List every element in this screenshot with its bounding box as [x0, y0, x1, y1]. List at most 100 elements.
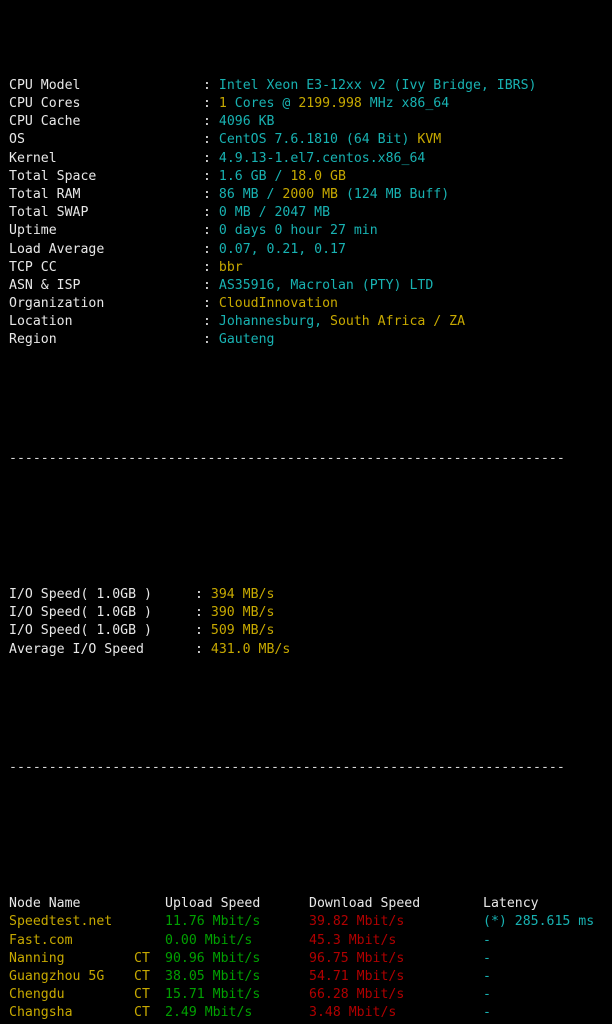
sysinfo-value-part: 4.9.13-1.el7.centos.x86_64 [218, 150, 426, 166]
cell-latency: - [483, 1005, 491, 1021]
sysinfo-colon: : [203, 114, 219, 130]
separator-line-2: ----------------------------------------… [9, 759, 565, 775]
table-row: Speedtest.net 11.76 Mbit/s 39.82 Mbit/s (*)… [0, 913, 612, 931]
cell-latency: - [483, 950, 491, 966]
io-speed-colon: : [195, 641, 211, 657]
cell-node-name: Chengdu [9, 987, 65, 1003]
sysinfo-row: Location: Johannesburg, South Africa / Z… [0, 313, 612, 331]
cell-download-speed: 39.82 Mbit/s [309, 914, 405, 930]
cell-node-name: Guangzhou 5G [9, 968, 105, 984]
cell-latency: - [483, 987, 491, 1003]
io-speed-label: I/O Speed( 1.0GB ) [9, 605, 152, 621]
table-row: Nanning CT 90.96 Mbit/s 96.75 Mbit/s - [0, 950, 612, 968]
sysinfo-colon: : [203, 296, 219, 312]
sysinfo-value-part: 2000 MB [282, 186, 338, 202]
sysinfo-row: Kernel: 4.9.13-1.el7.centos.x86_64 [0, 150, 612, 168]
sysinfo-label: Total Space [9, 168, 97, 184]
cell-isp: CT [134, 987, 150, 1003]
sysinfo-value-part: 1 [218, 96, 227, 111]
cell-download-speed: 54.71 Mbit/s [309, 968, 405, 984]
cell-latency: - [483, 968, 491, 984]
table-row: Chengdu CT 15.71 Mbit/s 66.28 Mbit/s - [0, 986, 612, 1004]
sysinfo-colon: : [203, 205, 219, 221]
cell-node-name: Nanning [9, 950, 65, 966]
io-speed-row: Average I/O Speed: 431.0 MB/s [0, 641, 612, 659]
sysinfo-value-part: 1.6 GB [218, 168, 275, 184]
io-speed-value: 509 MB/s [210, 623, 275, 639]
io-speed-row: I/O Speed( 1.0GB ): 394 MB/s [0, 586, 612, 604]
cell-upload-speed: 2.49 Mbit/s [165, 1005, 253, 1021]
sysinfo-label: Kernel [9, 150, 57, 166]
sysinfo-row: CPU Cores: 1 Cores @ 2199.998 MHz x86_64 [0, 95, 612, 113]
cell-upload-speed: 11.76 Mbit/s [165, 914, 261, 930]
sysinfo-value-part: 0 days 0 hour 27 min [218, 223, 378, 239]
sysinfo-row: CPU Cache: 4096 KB [0, 113, 612, 131]
cell-upload-speed: 15.71 Mbit/s [165, 987, 261, 1003]
cell-upload-speed: 38.05 Mbit/s [165, 968, 261, 984]
sysinfo-value-part: Intel Xeon E3-12xx v2 (Ivy Bridge, IBRS) [218, 77, 537, 93]
sysinfo-value-part: / [258, 205, 275, 221]
cell-latency: (*) 285.615 ms [483, 914, 595, 930]
sysinfo-row: Total RAM: 86 MB / 2000 MB (124 MB Buff) [0, 186, 612, 204]
sysinfo-value-part: (124 MB Buff) [338, 186, 450, 202]
sysinfo-value-part: / [266, 186, 283, 202]
io-speed-label: I/O Speed( 1.0GB ) [9, 587, 152, 603]
sysinfo-value-part: Cores @ [226, 96, 299, 111]
table-row: Fast.com 0.00 Mbit/s 45.3 Mbit/s - [0, 932, 612, 950]
sysinfo-label: Total SWAP [9, 205, 89, 221]
sysinfo-value-part: 4096 KB [218, 114, 275, 130]
cell-upload-speed: 90.96 Mbit/s [165, 950, 261, 966]
sysinfo-value-part: / [274, 168, 291, 184]
sysinfo-colon: : [203, 96, 219, 111]
sysinfo-label: Uptime [9, 223, 57, 239]
header-node-name: Node Name [9, 896, 81, 912]
sysinfo-colon: : [203, 186, 219, 202]
cell-isp: CT [134, 1005, 150, 1021]
sysinfo-label: OS [9, 132, 25, 148]
io-speed-colon: : [195, 623, 211, 639]
sysinfo-label: ASN & ISP [9, 277, 81, 293]
header-latency: Latency [483, 896, 539, 912]
sysinfo-row: Region: Gauteng [0, 331, 612, 349]
sysinfo-label: CPU Cache [9, 114, 81, 130]
io-speed-label: Average I/O Speed [9, 641, 144, 657]
cell-download-speed: 66.28 Mbit/s [309, 987, 405, 1003]
sysinfo-label: CPU Model [9, 77, 81, 93]
sysinfo-label: CPU Cores [9, 96, 81, 111]
terminal-output: CPU Model: Intel Xeon E3-12xx v2 (Ivy Br… [0, 0, 612, 1024]
cell-latency: - [483, 932, 491, 948]
sysinfo-colon: : [203, 277, 219, 293]
sysinfo-colon: : [203, 168, 219, 184]
node-table-header-row: Node Name Upload Speed Download Speed Laten… [0, 895, 612, 913]
sysinfo-value-part: Gauteng [218, 332, 275, 348]
io-speed-label: I/O Speed( 1.0GB ) [9, 623, 152, 639]
sysinfo-label: Organization [9, 296, 105, 312]
separator-line-1: ----------------------------------------… [9, 450, 565, 466]
sysinfo-colon: : [203, 314, 219, 330]
sysinfo-value-part: CloudInnovation [218, 296, 338, 312]
sysinfo-label: Region [9, 332, 57, 348]
sysinfo-row: Total Space: 1.6 GB / 18.0 GB [0, 168, 612, 186]
sysinfo-value-part: 2047 MB [274, 205, 331, 221]
sysinfo-row: ASN & ISP: AS35916, Macrolan (PTY) LTD [0, 277, 612, 295]
header-upload-speed: Upload Speed [165, 896, 261, 912]
cell-isp: CT [134, 968, 150, 984]
io-speed-value: 431.0 MB/s [210, 641, 291, 657]
sysinfo-colon: : [203, 132, 219, 148]
io-speed-row: I/O Speed( 1.0GB ): 509 MB/s [0, 622, 612, 640]
sysinfo-label: Load Average [9, 241, 105, 257]
sysinfo-colon: : [203, 150, 219, 166]
sysinfo-row: TCP CC: bbr [0, 259, 612, 277]
sysinfo-value-part: CentOS 7.6.1810 (64 Bit) [218, 132, 418, 148]
sysinfo-row: OS: CentOS 7.6.1810 (64 Bit) KVM [0, 131, 612, 149]
cell-upload-speed: 0.00 Mbit/s [165, 932, 253, 948]
io-speed-value: 394 MB/s [210, 587, 275, 603]
sysinfo-value-part: Johannesburg, [218, 314, 331, 330]
io-speed-row: I/O Speed( 1.0GB ): 390 MB/s [0, 604, 612, 622]
sysinfo-value-part: 18.0 GB [290, 168, 346, 184]
cell-node-name: Changsha [9, 1005, 73, 1021]
table-row: Changsha CT 2.49 Mbit/s 3.48 Mbit/s - [0, 1004, 612, 1022]
sysinfo-row: Total SWAP: 0 MB / 2047 MB [0, 204, 612, 222]
